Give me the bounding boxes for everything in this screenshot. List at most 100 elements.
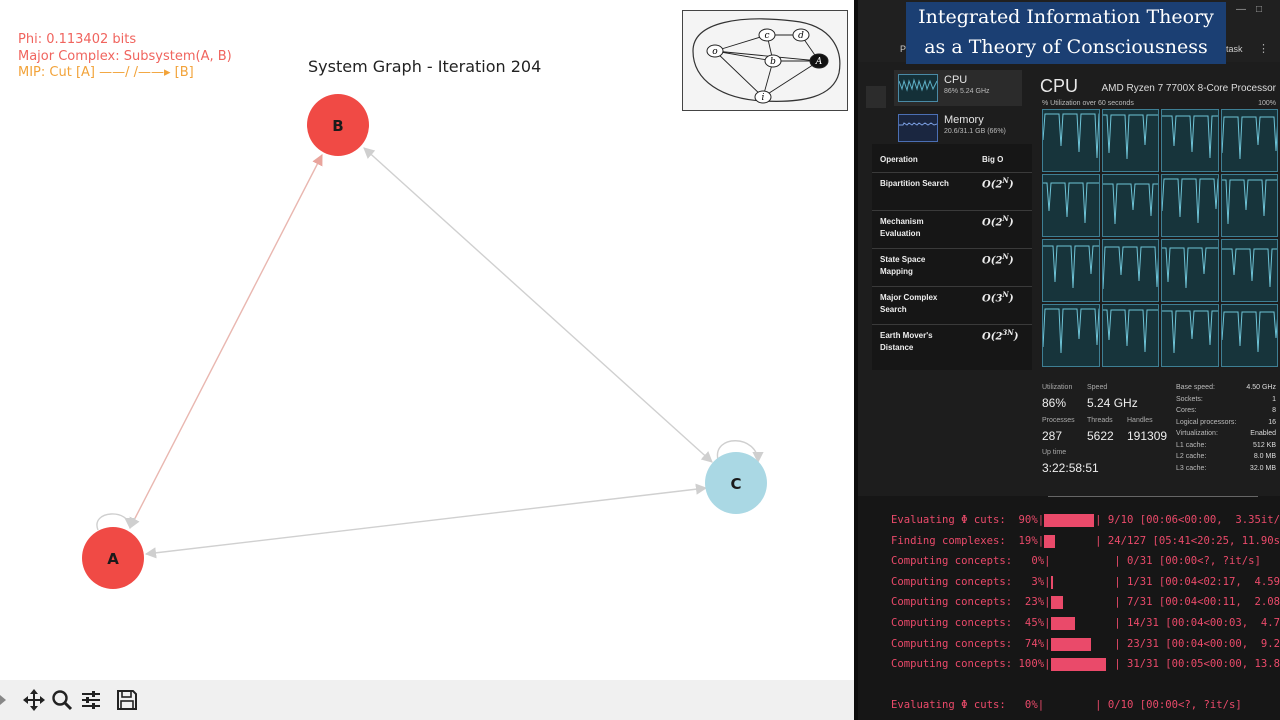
utilization-value: 86%	[1042, 396, 1067, 410]
big-o-base: O(2	[982, 217, 1003, 229]
spec-label: Cores:	[1176, 407, 1197, 414]
configure-subplots-icon[interactable]	[79, 688, 103, 712]
utilization-caption: % Utilization over 60 seconds	[1042, 100, 1134, 107]
memory-mini-graph-line	[899, 122, 938, 126]
operation-name: State Space Mapping	[880, 255, 926, 276]
spec-label: L3 cache:	[1176, 464, 1207, 472]
cpu-mini-graph	[898, 74, 938, 102]
operation-name: Earth Mover's Distance	[880, 331, 933, 352]
thumb-node-label: d	[798, 31, 804, 41]
spec-label: L2 cache:	[1176, 453, 1207, 460]
forward-icon[interactable]	[0, 695, 6, 705]
zoom-icon-glyph	[52, 690, 73, 711]
save-icon-glyph	[117, 690, 137, 710]
big-o-value: O(2N)	[982, 252, 1014, 266]
sidebar-strip	[866, 86, 886, 108]
big-o-close: )	[1008, 293, 1014, 305]
complexity-row: Earth Mover's Distance O(23N)	[872, 324, 1032, 370]
terminal-line: Computing concepts: 0%| | 0/31 [00:00<?,…	[891, 555, 1261, 568]
big-o-close: )	[1008, 179, 1014, 191]
terminal-line: Computing concepts: 45%| | 14/31 [00:04<…	[891, 617, 1280, 629]
complexity-header-row: Operation Big O	[872, 144, 1032, 173]
complexity-row: State Space Mapping O(2N)	[872, 248, 1032, 287]
thumb-node-label: i	[762, 93, 765, 103]
cpu-mini-graph-line	[898, 78, 938, 92]
progress-bar-fill	[1050, 637, 1092, 651]
terminal-output: Evaluating Φ cuts: 90%| | 9/10 [00:06<00…	[858, 496, 1280, 720]
cpu-core-graph	[1042, 174, 1100, 237]
sidebar-item-cpu[interactable]: CPU 86% 5.24 GHz	[894, 70, 1022, 106]
cpu-core-graph	[1220, 174, 1278, 237]
cpu-core-graph	[1101, 109, 1159, 172]
threads-value: 5622	[1087, 429, 1114, 443]
banner-line-2: as a Theory of Consciousness	[924, 36, 1208, 58]
cpu-core-graph	[1220, 239, 1278, 302]
terminal-partial-line	[891, 496, 1091, 501]
network-thumbnail-image: c d o b A i	[682, 10, 848, 111]
cpu-core-line	[1162, 115, 1218, 159]
cpu-core-line	[1221, 179, 1278, 225]
sidebar-item-memory[interactable]: Memory 20.6/31.1 GB (66%)	[894, 110, 1022, 146]
cpu-core-line	[1102, 246, 1159, 290]
handles-value: 191309	[1127, 429, 1168, 443]
zoom-icon[interactable]	[50, 688, 74, 712]
run-new-task-button[interactable]: task	[1226, 44, 1243, 54]
progress-bar-fill	[1050, 596, 1064, 610]
big-o-value: O(23N)	[982, 328, 1018, 342]
maximize-icon[interactable]: □	[1256, 4, 1262, 15]
minimize-icon[interactable]: —	[1236, 4, 1246, 15]
cpu-core-line	[1043, 245, 1099, 289]
save-icon[interactable]	[115, 688, 139, 712]
spec-value: 8.0 MB	[1253, 453, 1276, 460]
cpu-core-line	[1102, 183, 1159, 225]
spec-label: Base speed:	[1176, 384, 1215, 391]
cpu-core-line	[1161, 178, 1218, 224]
cpu-core-line	[1162, 247, 1218, 289]
plot-window: Phi: 0.113402 bits Major Complex: Subsys…	[0, 0, 854, 720]
thumb-node-label: c	[764, 31, 769, 41]
node-c[interactable]: C	[705, 452, 767, 514]
sidebar-item-label: CPU	[944, 74, 968, 86]
title-banner: Integrated Information Theory as a Theor…	[906, 2, 1226, 64]
spec-label: Sockets:	[1176, 395, 1203, 403]
node-b[interactable]: B	[307, 94, 369, 156]
progress-bar-fill	[1044, 534, 1055, 548]
uptime-label: Up time	[1042, 449, 1067, 456]
cpu-core-graph	[1220, 109, 1278, 172]
progress-bar-fill	[1050, 617, 1076, 630]
cpu-core-graph	[1101, 174, 1159, 237]
cpu-heading: CPU	[1040, 76, 1079, 96]
spec-value: 4.50 GHz	[1246, 384, 1276, 391]
edge-b-c	[363, 147, 713, 463]
big-o-close: )	[1008, 255, 1014, 267]
spec-value: 16	[1268, 418, 1276, 426]
terminal-line: Evaluating Φ cuts: 0%| | 0/10 [00:00<?, …	[891, 699, 1242, 712]
big-o-value: O(2N)	[982, 214, 1014, 228]
thumb-node-label: A	[815, 57, 823, 67]
terminal-line: Computing concepts: 23%| | 7/31 [00:04<0…	[891, 596, 1280, 609]
pan-icon[interactable]	[22, 688, 46, 712]
spec-value: 512 KB	[1253, 441, 1276, 449]
processes-value: 287	[1042, 429, 1063, 443]
spec-label: L1 cache:	[1176, 441, 1207, 449]
cpu-core-line	[1221, 248, 1278, 288]
sidebar-item-sub: 20.6/31.1 GB (66%)	[944, 128, 1006, 135]
terminal-line: Computing concepts: 3%| | 1/31 [00:04<02…	[891, 575, 1280, 588]
header-big-o: Big O	[982, 155, 1004, 164]
cpu-core-graph	[1042, 304, 1100, 367]
sidebar-item-sub: 86% 5.24 GHz	[944, 88, 990, 95]
cpu-core-line	[1042, 113, 1099, 159]
more-options-icon[interactable]: ⋮	[1258, 42, 1269, 55]
memory-mini-graph	[898, 114, 938, 142]
thumb-node-label: b	[770, 57, 776, 67]
spec-label: Logical processors:	[1176, 418, 1237, 426]
cpu-core-line	[1162, 310, 1218, 354]
cpu-core-graph	[1161, 304, 1219, 367]
complexity-row: Bipartition Search O(2N)	[872, 172, 1032, 211]
node-a[interactable]: A	[82, 527, 144, 589]
node-a-label: A	[107, 550, 119, 568]
cpu-core-line	[1221, 311, 1278, 353]
cpu-core-graph	[1161, 239, 1219, 302]
utilization-max: 100%	[1258, 100, 1276, 107]
cpu-core-graph	[1220, 304, 1278, 367]
